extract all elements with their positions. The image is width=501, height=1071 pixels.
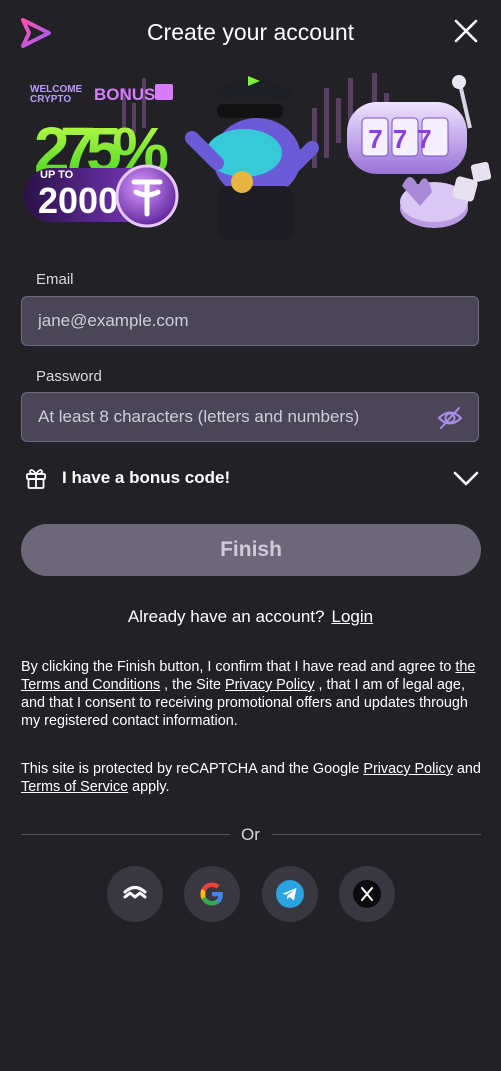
recaptcha-notice: This site is protected by reCAPTCHA and …	[21, 760, 481, 796]
password-label: Password	[36, 368, 102, 385]
password-input[interactable]	[22, 393, 478, 441]
banner-bonus: BONUS	[94, 85, 155, 104]
google-tos-link[interactable]: Terms of Service	[21, 779, 128, 795]
promo-banner[interactable]: WELCOME CRYPTO BONUS 275% UP TO 2000 777	[22, 68, 501, 240]
google-privacy-link[interactable]: Privacy Policy	[363, 761, 453, 777]
google-icon	[200, 882, 223, 906]
walletconnect-login-button[interactable]	[107, 866, 163, 922]
password-field-box	[21, 392, 479, 442]
header: Create your account	[0, 0, 501, 68]
divider-right	[272, 834, 481, 835]
banner-amount: 2000	[38, 180, 118, 221]
chevron-down-icon	[453, 471, 479, 486]
login-link[interactable]: Login	[331, 607, 373, 626]
legal-p1-b: , the Site	[160, 677, 225, 693]
login-prompt-text: Already have an account?	[127, 607, 325, 626]
telegram-login-button[interactable]	[262, 866, 318, 922]
terms-consent-text: By clicking the Finish button, I confirm…	[21, 658, 481, 730]
email-field-box	[21, 296, 479, 346]
walletconnect-icon	[123, 886, 147, 899]
legal-p2-c: apply.	[128, 779, 170, 795]
banner-slot-digits: 777	[368, 124, 441, 154]
x-icon	[353, 880, 381, 908]
page-title: Create your account	[146, 19, 355, 45]
banner-crypto: CRYPTO	[30, 94, 71, 105]
x-login-button[interactable]	[339, 866, 395, 922]
login-prompt: Already have an account? Login	[0, 607, 501, 627]
google-login-button[interactable]	[184, 866, 240, 922]
legal-p2-a: This site is protected by reCAPTCHA and …	[21, 761, 364, 777]
telegram-icon	[276, 880, 304, 908]
legal-p1-a: By clicking the Finish button, I confirm…	[21, 659, 456, 675]
bonus-code-toggle[interactable]: I have a bonus code!	[22, 458, 482, 498]
email-input[interactable]	[22, 297, 478, 345]
gift-icon	[26, 469, 46, 489]
privacy-policy-link[interactable]: Privacy Policy	[225, 677, 315, 693]
divider-or-text: Or	[241, 825, 260, 844]
eye-off-icon[interactable]	[436, 404, 464, 432]
finish-button[interactable]: Finish	[21, 524, 481, 576]
legal-p2-b: and	[452, 761, 481, 777]
bonus-code-label: I have a bonus code!	[62, 468, 231, 487]
close-icon[interactable]	[453, 18, 479, 44]
email-label: Email	[36, 271, 74, 288]
